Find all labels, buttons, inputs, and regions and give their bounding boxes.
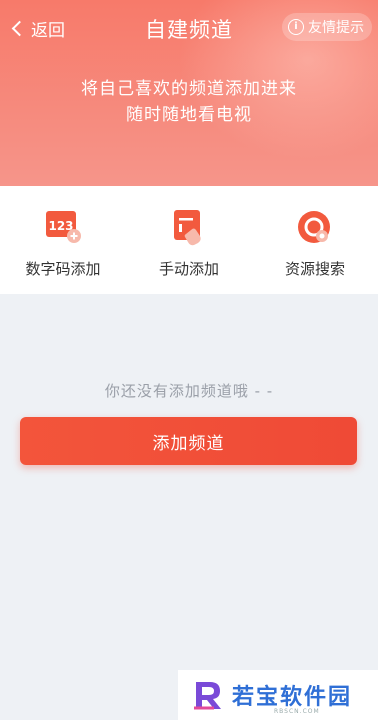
slogan-line-1: 将自己喜欢的频道添加进来	[81, 79, 297, 99]
resource-search-button[interactable]: 资源搜索	[252, 186, 378, 294]
slogan: 将自己喜欢的频道添加进来 随时随地看电视	[0, 76, 378, 128]
number-code-add-button[interactable]: 123 数字码添加	[0, 186, 126, 294]
slogan-line-2: 随时随地看电视	[126, 105, 252, 125]
tip-label: 友情提示	[308, 20, 364, 36]
add-methods-bar: 123 数字码添加 手动添加 资源搜索	[0, 186, 378, 294]
manual-add-label: 手动添加	[158, 260, 219, 278]
watermark-logo-icon	[194, 682, 221, 710]
nav-bar: 返回 自建频道 i 友情提示	[0, 10, 378, 46]
watermark-text: 若宝软件园	[232, 685, 353, 710]
watermark-subtext: RBSCN.COM	[274, 708, 320, 715]
info-icon: i	[288, 19, 304, 35]
empty-state-text: 你还没有添加频道哦 - -	[104, 382, 274, 400]
header-banner: 返回 自建频道 i 友情提示 将自己喜欢的频道添加进来 随时随地看电视	[0, 0, 378, 186]
number-code-icon: 123	[43, 208, 83, 248]
number-code-add-label: 数字码添加	[25, 260, 101, 278]
manual-add-icon	[169, 208, 209, 248]
add-channel-label: 添加频道	[152, 433, 225, 454]
resource-search-label: 资源搜索	[284, 260, 345, 278]
manual-add-button[interactable]: 手动添加	[126, 186, 252, 294]
tip-button[interactable]: i 友情提示	[282, 13, 372, 41]
watermark: 若宝软件园 RBSCN.COM	[178, 670, 378, 720]
resource-search-icon	[295, 208, 335, 248]
add-channel-button[interactable]: 添加频道	[20, 417, 357, 465]
